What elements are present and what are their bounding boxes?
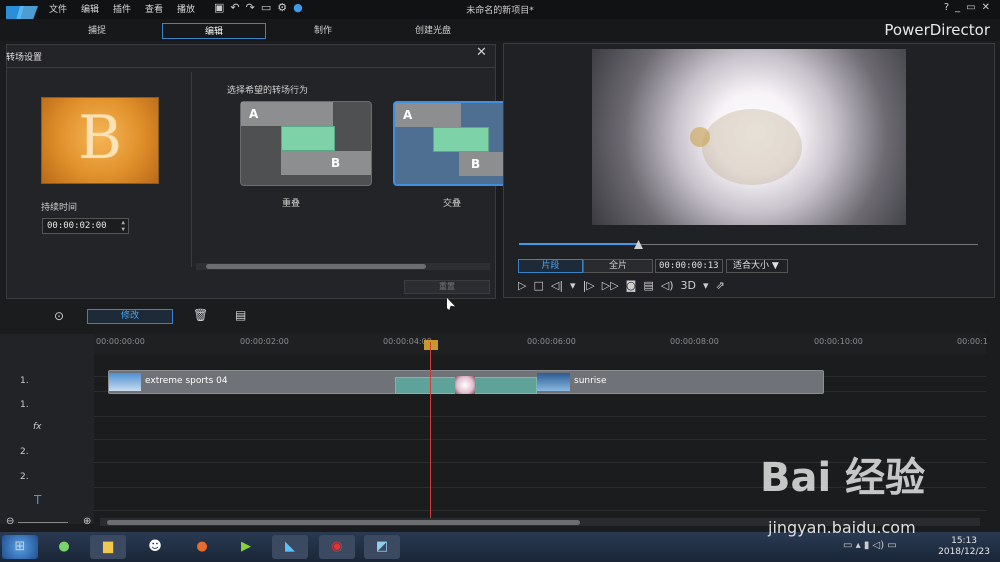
app-icon[interactable]: ▶ <box>228 535 264 559</box>
subtitle-icon[interactable]: ▤ <box>643 279 653 292</box>
clip-name: extreme sports 04 <box>145 376 228 386</box>
ruler-tick: 00:00:02:00 <box>240 337 289 346</box>
app-icon[interactable]: ◩ <box>364 535 400 559</box>
divider <box>6 67 496 68</box>
previous-frame-icon[interactable]: ◁| <box>551 279 563 292</box>
panel-title: 转场设置 <box>6 53 43 63</box>
playback-controls: ▷ □ ◁| ▾ |▷ ▷▷ ◙ ▤ ◁) 3D ▾ ⇗ <box>518 279 732 292</box>
clip-mode-button[interactable]: 片段 <box>518 259 583 273</box>
stop-icon[interactable]: □ <box>533 279 543 292</box>
fast-forward-icon[interactable]: ▷▷ <box>602 279 619 292</box>
3d-toggle[interactable]: 3D <box>681 279 696 292</box>
transition-thumbnail <box>455 376 475 394</box>
powerdirector-taskbar-icon[interactable]: ◣ <box>272 535 308 559</box>
date: 2018/12/23 <box>938 547 990 557</box>
expand-icon[interactable]: ⊙ <box>54 309 64 323</box>
brand-name: PowerDirector <box>884 21 990 39</box>
ruler-tick: 00:00:06:00 <box>527 337 576 346</box>
volume-icon[interactable]: ◁) <box>661 279 674 292</box>
recorder-icon[interactable]: ◉ <box>319 535 355 559</box>
tray-icons[interactable]: ▭ ▴ ▮ ◁) ▭ <box>843 540 897 551</box>
window-title: 未命名的新项目* <box>466 6 534 16</box>
help-icon[interactable]: ? <box>944 2 955 13</box>
stepper-icon[interactable]: ▲ ▼ <box>121 219 125 233</box>
maximize-icon[interactable]: ▭ <box>966 2 981 13</box>
clip-thumbnail <box>537 373 570 391</box>
behavior-label: 选择希望的转场行为 <box>227 86 309 96</box>
ruler-tick: 00:00:00:00 <box>96 337 145 346</box>
play-icon[interactable]: ▷ <box>518 279 526 292</box>
video-preview <box>592 49 906 225</box>
duration-input[interactable]: 00:00:02:00 ▲ ▼ <box>42 218 129 234</box>
firefox-icon[interactable]: ● <box>184 535 220 559</box>
track-label: 2. <box>20 447 29 457</box>
tab-produce[interactable]: 制作 <box>270 23 376 39</box>
baidu-watermark-url: jingyan.baidu.com <box>768 518 916 537</box>
clip-thumbnail <box>109 373 141 391</box>
list-icon[interactable]: ▤ <box>235 308 246 322</box>
option-label-cross: 交叠 <box>442 199 461 209</box>
tab-capture[interactable]: 捕捉 <box>40 23 154 39</box>
track-label: 2. <box>20 472 29 482</box>
divider <box>191 72 192 267</box>
zoom-out-icon[interactable]: ⊖ <box>6 516 14 527</box>
scrollbar-thumb[interactable] <box>206 264 426 269</box>
start-button[interactable]: ⊞ <box>2 535 38 559</box>
camera-icon[interactable]: ◙ <box>626 279 637 292</box>
fit-size-value: 适合大小 <box>733 261 770 271</box>
app-360-icon[interactable]: ● <box>46 535 82 559</box>
undock-icon[interactable]: ⇗ <box>716 279 725 292</box>
zoom-in-icon[interactable]: ⊕ <box>83 516 91 527</box>
minimize-icon[interactable]: _ <box>955 2 966 13</box>
overlap-region <box>281 126 335 151</box>
cross-region <box>433 127 489 152</box>
track-label: 1. <box>20 400 29 410</box>
thumbnail-letter: B <box>77 103 123 173</box>
option-label-overlap: 重叠 <box>281 199 300 209</box>
ruler-tick: 00:00:1 <box>957 337 988 346</box>
playhead-marker[interactable] <box>424 340 438 350</box>
ruler-tick: 00:00:10:00 <box>814 337 863 346</box>
track-label: fx <box>33 422 42 432</box>
modify-button[interactable]: 修改 <box>87 309 173 324</box>
close-icon[interactable]: ✕ <box>982 2 996 13</box>
zoom-slider[interactable] <box>18 522 68 523</box>
dropdown-arrow-icon[interactable]: ▾ <box>703 279 709 292</box>
close-icon[interactable]: ✕ <box>476 45 487 60</box>
track-row <box>94 417 986 440</box>
clock[interactable]: 15:13 2018/12/23 <box>938 536 990 558</box>
window-controls: ?_▭✕ <box>944 2 996 13</box>
preview-progress-fill <box>519 243 638 245</box>
file-explorer-icon[interactable]: ▆ <box>90 535 126 559</box>
scrollbar-thumb[interactable] <box>107 520 580 525</box>
track-row <box>94 394 986 417</box>
timecode-field[interactable]: 00:00:00:13 <box>655 259 723 273</box>
duration-label: 持续时间 <box>41 203 78 213</box>
trash-icon[interactable]: 🗑 <box>193 308 208 322</box>
clip-a-label: A <box>241 102 333 126</box>
playhead-line <box>430 342 431 518</box>
next-frame-icon[interactable]: |▷ <box>583 279 595 292</box>
movie-mode-button[interactable]: 全片 <box>583 259 653 273</box>
track-label: T <box>34 493 42 507</box>
ruler-tick: 00:00:08:00 <box>670 337 719 346</box>
baidu-watermark-logo: Bai 经验 <box>760 455 926 501</box>
clip-name: sunrise <box>574 376 607 386</box>
clip-b-label: B <box>281 151 371 175</box>
fit-size-select[interactable]: 适合大小 ▼ <box>726 259 788 273</box>
clip-a-label: A <box>395 103 461 127</box>
transition-option-overlap[interactable]: A B <box>240 101 372 186</box>
snapshot-marker-icon[interactable]: ▾ <box>570 279 576 292</box>
tab-edit[interactable]: 编辑 <box>162 23 266 39</box>
tab-create-disc[interactable]: 创建光盘 <box>380 23 486 39</box>
duration-value: 00:00:02:00 <box>47 221 107 231</box>
reset-button[interactable]: 重置 <box>404 280 490 294</box>
track-header <box>0 334 94 524</box>
time: 15:13 <box>951 536 978 546</box>
track-label: 1. <box>20 376 29 386</box>
qq-icon[interactable]: ☻ <box>137 535 173 559</box>
